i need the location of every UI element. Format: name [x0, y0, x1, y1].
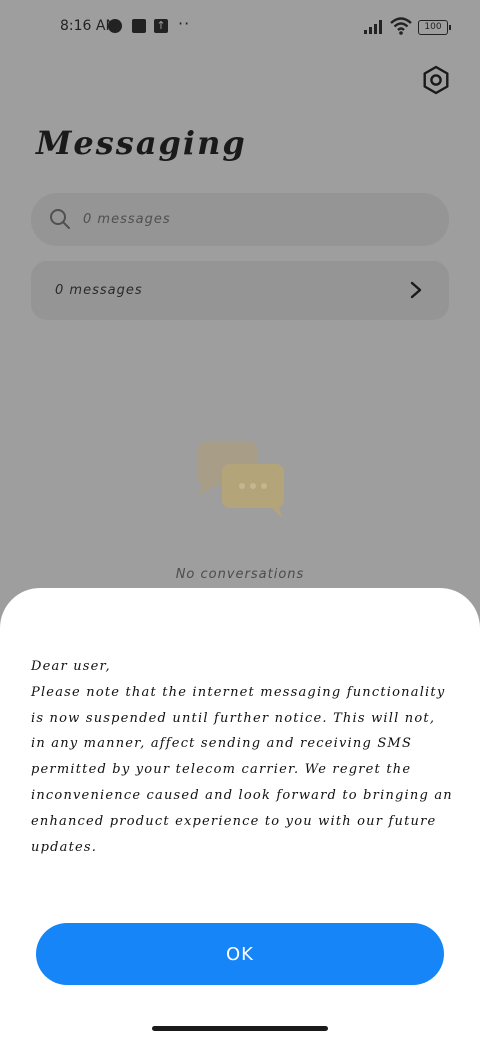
notice-bottom-sheet: Dear user, Please note that the internet… — [0, 588, 480, 1040]
app-notification-icon — [108, 19, 122, 33]
messages-list-item[interactable]: 0 messages — [31, 261, 449, 320]
home-indicator[interactable] — [152, 1026, 328, 1031]
notice-text: Dear user, Please note that the internet… — [31, 654, 455, 860]
signal-icon — [364, 20, 386, 34]
upload-icon: ↑ — [154, 19, 168, 33]
ok-button[interactable]: OK — [36, 923, 444, 985]
notice-body: Please note that the internet messaging … — [31, 684, 453, 855]
notice-greeting: Dear user, — [31, 659, 111, 674]
page-title: Messaging — [36, 124, 247, 162]
chevron-right-icon — [410, 281, 422, 299]
app-notification-icon — [132, 19, 146, 33]
search-icon — [50, 209, 70, 229]
gear-icon[interactable] — [420, 64, 452, 96]
empty-conversations-icon — [198, 442, 284, 518]
wifi-icon — [390, 17, 412, 35]
more-notifications-icon: ·· — [178, 14, 191, 33]
search-input[interactable]: 0 messages — [83, 193, 171, 246]
search-bar[interactable]: 0 messages — [31, 193, 449, 246]
empty-state-text: No conversations — [175, 567, 305, 582]
messages-count-label: 0 messages — [55, 283, 143, 298]
status-bar: 8:16 AM ↑ ·· 100 — [0, 0, 480, 56]
battery-icon: 100 — [418, 20, 451, 35]
